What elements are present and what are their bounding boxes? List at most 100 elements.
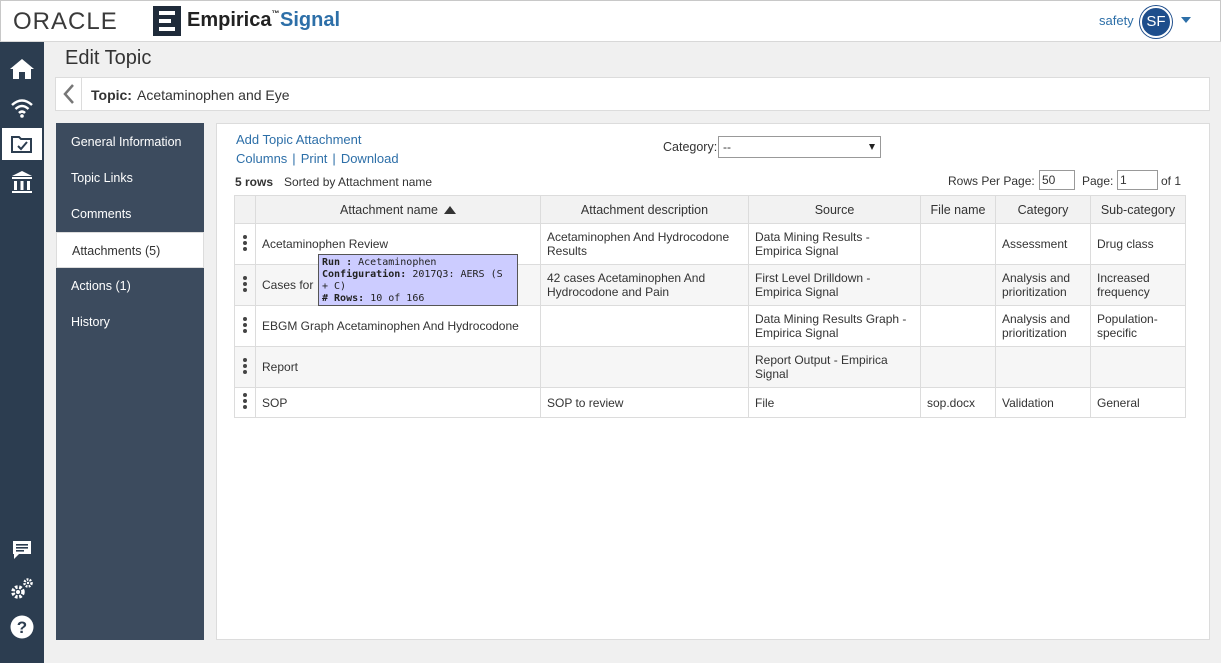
cell-file-name [920, 223, 996, 265]
cell-category: Analysis and prioritization [995, 305, 1091, 347]
print-link[interactable]: Print [301, 151, 328, 166]
category-label: Category: [663, 140, 718, 154]
column-header-attachment-description[interactable]: Attachment description [540, 195, 749, 224]
sort-description: Sorted by Attachment name [284, 175, 433, 189]
tooltip-rows-value: 10 of 166 [370, 293, 425, 304]
attachments-table: Attachment name Attachment description S… [234, 195, 1186, 418]
table-row: SOP SOP to review File sop.docx Validati… [234, 387, 1186, 418]
topic-label: Topic: [91, 87, 132, 103]
cell-file-name [920, 305, 996, 347]
column-header-source[interactable]: Source [748, 195, 921, 224]
columns-link[interactable]: Columns [236, 151, 287, 166]
menu-item-general-information[interactable]: General Information [56, 124, 204, 160]
cell-sub-category: Drug class [1090, 223, 1186, 265]
chevron-left-icon [62, 84, 74, 104]
cell-category [995, 346, 1091, 388]
app-header: ORACLE Empirica™ Signal safety SF [0, 0, 1221, 42]
left-nav: ? [0, 42, 44, 663]
cell-attachment-description: SOP to review [540, 387, 749, 418]
column-header-attachment-name[interactable]: Attachment name [255, 195, 541, 224]
add-topic-attachment-link[interactable]: Add Topic Attachment [236, 132, 362, 147]
chevron-down-icon [869, 144, 875, 150]
product-name: Empirica™ [187, 9, 280, 31]
menu-item-history[interactable]: History [56, 304, 204, 340]
cell-source: First Level Drilldown - Empirica Signal [748, 264, 921, 306]
tooltip-run-label: Run : [322, 257, 353, 268]
home-icon[interactable] [8, 55, 36, 83]
column-header-file-name[interactable]: File name [920, 195, 996, 224]
column-header-sub-category[interactable]: Sub-category [1090, 195, 1186, 224]
kebab-menu-icon [243, 391, 247, 411]
sort-ascending-icon [443, 205, 456, 214]
attachments-panel: Add Topic Attachment Columns | Print | Downl… [216, 123, 1210, 640]
cell-sub-category: Increased frequency [1090, 264, 1186, 306]
page-title: Edit Topic [65, 47, 152, 69]
topic-section-menu: General Information Topic Links Comments… [56, 123, 204, 640]
cell-attachment-name[interactable]: SOP [255, 387, 541, 418]
cell-attachment-description: Acetaminophen And Hydrocodone Results [540, 223, 749, 265]
rows-per-page-input[interactable]: 50 [1039, 170, 1075, 190]
cell-source: Data Mining Results - Empirica Signal [748, 223, 921, 265]
topics-icon[interactable] [2, 128, 42, 160]
tooltip-run-value: Acetaminophen [358, 257, 437, 268]
cell-source: Report Output - Empirica Signal [748, 346, 921, 388]
row-menu-button[interactable] [234, 346, 256, 388]
menu-item-actions[interactable]: Actions (1) [56, 268, 204, 304]
column-header-actions [234, 195, 256, 224]
cell-source: File [748, 387, 921, 418]
product-signal: Signal [280, 9, 341, 31]
messages-icon[interactable] [8, 536, 36, 564]
cell-sub-category: General [1090, 387, 1186, 418]
tooltip-config-label: Configuration: [322, 269, 407, 280]
svg-text:?: ? [17, 618, 27, 637]
row-menu-button[interactable] [234, 387, 256, 418]
avatar[interactable]: SF [1140, 6, 1172, 38]
kebab-menu-icon [243, 274, 247, 294]
row-menu-button[interactable] [234, 223, 256, 265]
cell-source: Data Mining Results Graph - Empirica Sig… [748, 305, 921, 347]
row-menu-button[interactable] [234, 264, 256, 306]
page-label: Page: [1082, 174, 1114, 188]
row-menu-button[interactable] [234, 305, 256, 347]
download-link[interactable]: Download [341, 151, 399, 166]
topic-bar: Topic: Acetaminophen and Eye [55, 77, 1210, 111]
table-row: EBGM Graph Acetaminophen And Hydrocodone… [234, 305, 1186, 347]
kebab-menu-icon [243, 356, 247, 376]
user-menu-caret-icon[interactable] [1181, 17, 1191, 23]
help-icon[interactable]: ? [8, 613, 36, 641]
cell-sub-category: Population-specific [1090, 305, 1186, 347]
empirica-logo-mark [153, 6, 181, 36]
cell-attachment-name[interactable]: Report [255, 346, 541, 388]
signal-icon[interactable] [8, 93, 36, 121]
cell-file-name: sop.docx [920, 387, 996, 418]
table-header-row: Attachment name Attachment description S… [234, 195, 1186, 224]
row-count: 5 rows [235, 175, 274, 189]
menu-item-comments[interactable]: Comments [56, 196, 204, 232]
cell-category: Analysis and prioritization [995, 264, 1091, 306]
cell-file-name [920, 264, 996, 306]
category-select[interactable]: -- [718, 136, 881, 158]
cell-attachment-name[interactable]: EBGM Graph Acetaminophen And Hydrocodone [255, 305, 541, 347]
menu-item-topic-links[interactable]: Topic Links [56, 160, 204, 196]
column-header-category[interactable]: Category [995, 195, 1091, 224]
settings-icon[interactable] [8, 575, 36, 603]
cell-attachment-description [540, 346, 749, 388]
page-number-input[interactable]: 1 [1117, 170, 1158, 190]
back-button[interactable] [56, 78, 82, 110]
cell-attachment-description: 42 cases Acetaminophen And Hydrocodone a… [540, 264, 749, 306]
kebab-menu-icon [243, 315, 247, 335]
oracle-logo: ORACLE [13, 8, 118, 35]
cell-sub-category [1090, 346, 1186, 388]
cell-category: Assessment [995, 223, 1091, 265]
separator: | [332, 151, 336, 166]
topic-value: Acetaminophen and Eye [137, 87, 290, 103]
cell-file-name [920, 346, 996, 388]
table-row: Report Report Output - Empirica Signal [234, 346, 1186, 388]
separator: | [292, 151, 296, 166]
menu-item-attachments[interactable]: Attachments (5) [56, 232, 204, 268]
user-name[interactable]: safety [1099, 13, 1134, 28]
page-count: of 1 [1161, 174, 1182, 188]
reports-icon[interactable] [8, 168, 36, 196]
table-tools: Columns | Print | Download [236, 151, 399, 166]
kebab-menu-icon [243, 233, 247, 253]
